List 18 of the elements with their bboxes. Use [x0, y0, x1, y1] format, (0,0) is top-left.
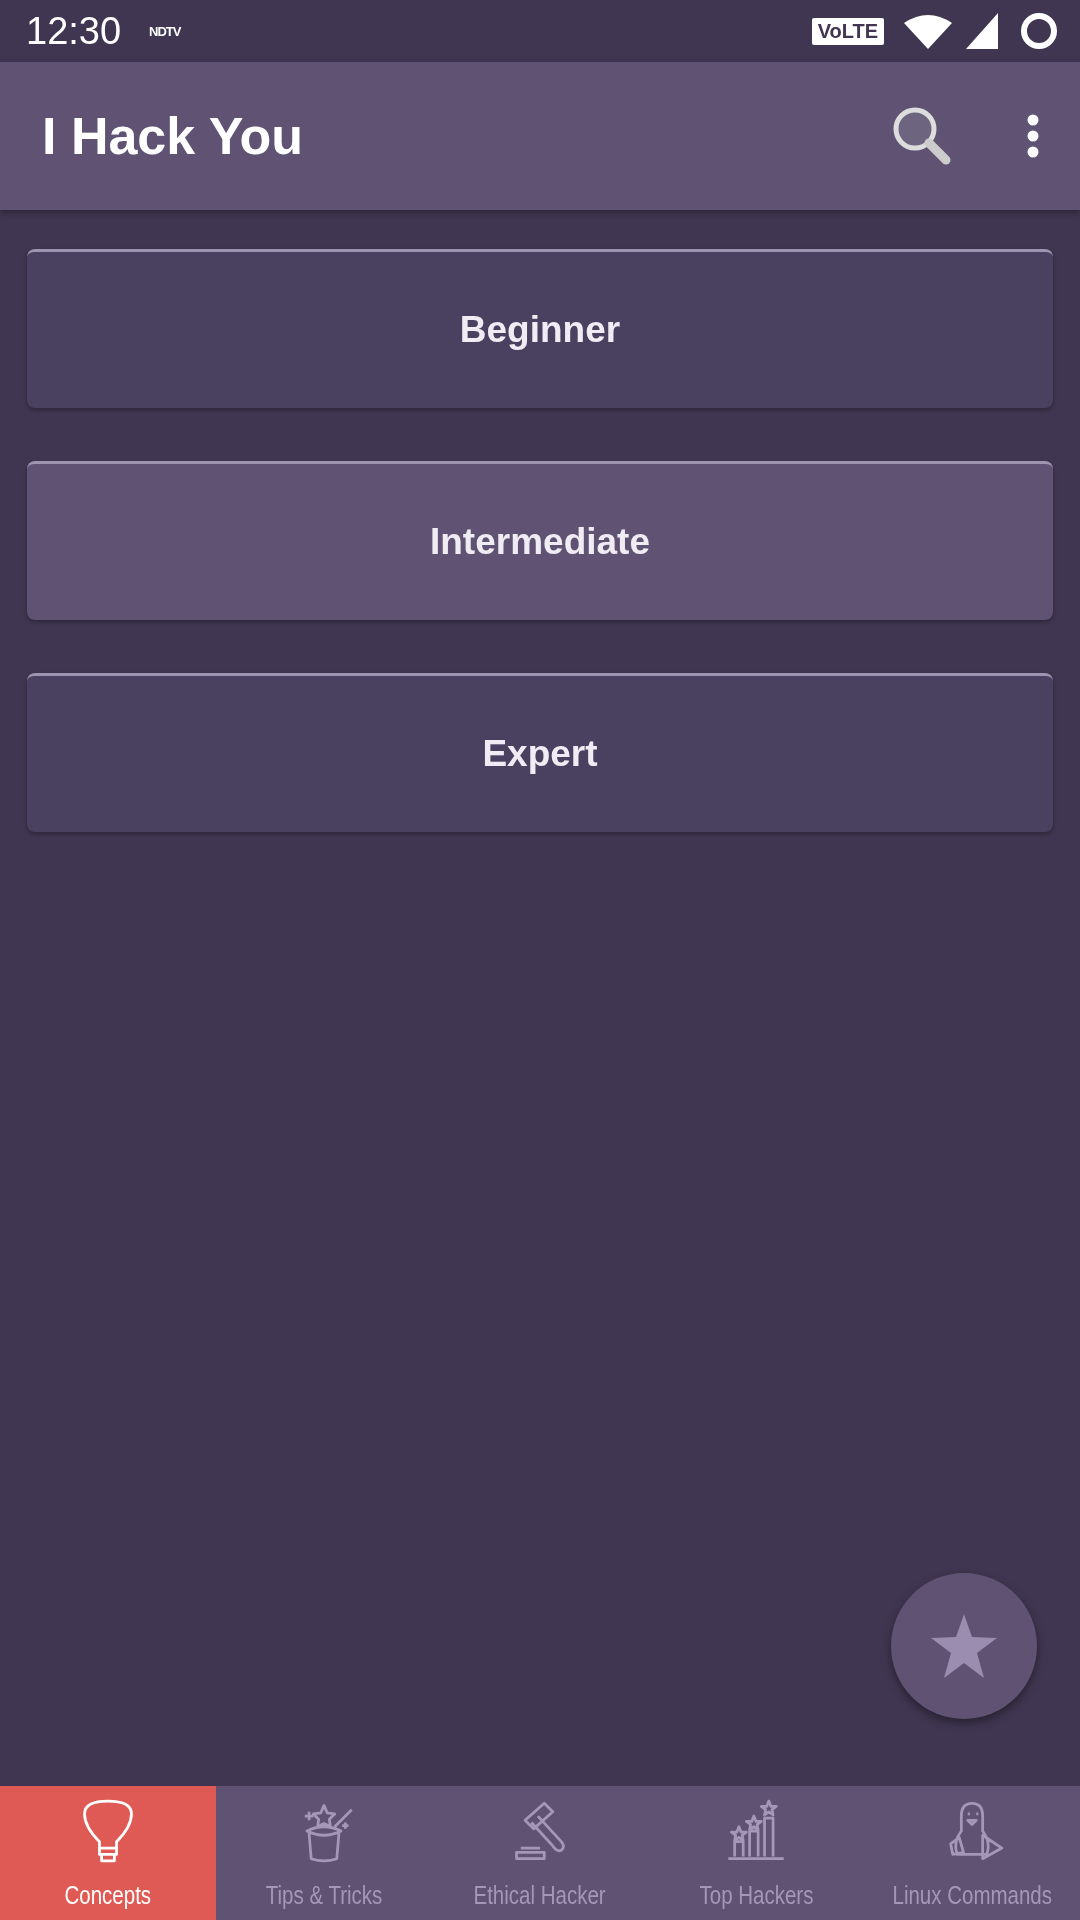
nav-tab[interactable]: Top Hackers — [648, 1786, 864, 1920]
nav-tab[interactable]: Linux Commands — [864, 1786, 1080, 1920]
level-button[interactable]: Expert — [27, 673, 1053, 832]
nav-tab[interactable]: Concepts — [0, 1786, 216, 1920]
level-button[interactable]: Intermediate — [27, 461, 1053, 620]
star-icon — [931, 1614, 997, 1678]
signal-icon — [966, 13, 998, 49]
network-badge: VoLTE — [811, 17, 884, 45]
nav-tab[interactable]: Ethical Hacker — [432, 1786, 648, 1920]
app-title: I Hack You — [42, 106, 305, 166]
nav-tab[interactable]: Tips & Tricks — [216, 1786, 432, 1920]
level-button[interactable]: Beginner — [27, 249, 1053, 408]
more-icon — [1026, 114, 1040, 158]
battery-icon — [1020, 12, 1058, 50]
clock: 12:30 — [26, 9, 122, 53]
more-button[interactable] — [1026, 114, 1040, 158]
wifi-icon — [902, 13, 954, 49]
notification-label: NDTV — [149, 23, 181, 39]
